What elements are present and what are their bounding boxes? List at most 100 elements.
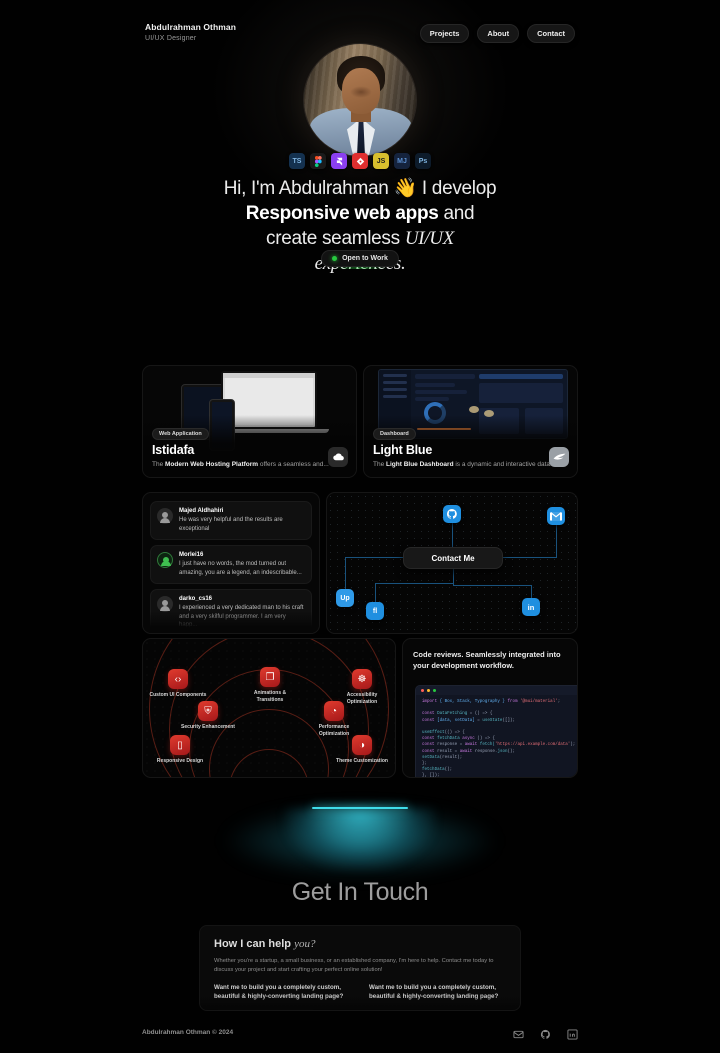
service-item[interactable]: ◔ Performance Optimization	[305, 701, 363, 738]
footer-social-icons	[513, 1027, 578, 1040]
desc-pre: The	[152, 461, 166, 468]
testimonial-text: I just have no words, the mod turned out…	[179, 561, 302, 576]
contact-map-card: Contact Me Up fl in	[326, 492, 578, 634]
accessibility-icon: ☸	[352, 669, 372, 689]
wire-center-down	[453, 569, 454, 585]
code-review-card: Code reviews. Seamlessly integrated into…	[402, 638, 578, 778]
desc-post: is a dynamic and interactive data...	[453, 461, 556, 468]
service-item[interactable]: ▯ Responsive Design	[151, 735, 209, 765]
nav-item-about[interactable]: About	[477, 24, 520, 43]
nav-item-projects[interactable]: Projects	[419, 24, 470, 43]
footer-copyright: Abdulrahman Othman © 2024	[142, 1028, 234, 1036]
code-brackets-icon: ‹›	[168, 669, 188, 689]
shield-icon: ⛨	[198, 701, 218, 721]
testimonial-author: darko_cs16	[179, 596, 213, 602]
avatar-icon	[157, 508, 173, 524]
services-card: ‹› Custom UI Components ❐ Animations & Tran…	[142, 638, 396, 778]
wire-gmail-v	[556, 525, 557, 558]
code-window: import { Box, Stack, Typography } from '…	[415, 685, 577, 778]
testimonial-item: Majed Aldhahiri He was very helpful and t…	[150, 501, 312, 540]
linkedin-icon[interactable]	[567, 1027, 578, 1040]
service-label: Security Enhancement	[181, 724, 235, 730]
help-heading-main: How I can help	[214, 938, 295, 950]
typescript-icon: TS	[289, 153, 305, 169]
tech-stack-icons: TS JS MJ Ps	[0, 153, 720, 169]
mui-icon: MJ	[394, 153, 410, 169]
service-item[interactable]: ◑ Theme Customization	[333, 735, 391, 765]
testimonial-author: Majed Aldhahiri	[179, 508, 224, 514]
hero-italic-uiux: UI/UX	[404, 228, 454, 249]
project-description: The Modern Web Hosting Platform offers a…	[152, 460, 347, 469]
project-description: The Light Blue Dashboard is a dynamic an…	[373, 460, 568, 469]
wire-upwork-h	[345, 557, 403, 558]
upwork-icon[interactable]: Up	[336, 589, 354, 607]
linkedin-icon[interactable]: in	[522, 598, 540, 616]
service-label: Custom UI Components	[149, 692, 207, 698]
wire-linkedin-h	[453, 585, 531, 586]
open-to-work-badge[interactable]: Open to Work	[321, 250, 399, 269]
spotlight-beam	[312, 807, 408, 809]
github-icon[interactable]	[443, 505, 461, 523]
palette-icon: ◑	[352, 735, 372, 755]
light-blue-logo	[549, 447, 569, 467]
mobile-icon: ▯	[170, 735, 190, 755]
maximize-dot-icon	[433, 689, 436, 692]
service-item[interactable]: ⛨ Security Enhancement	[179, 701, 237, 731]
site-header: Abdulrahman Othman UI/UX Designer Projec…	[145, 22, 575, 54]
help-heading: How I can help you?	[214, 938, 506, 950]
hero-line-1a: Hi, I'm Abdulrahman	[223, 178, 394, 199]
code-card-title: Code reviews. Seamlessly integrated into…	[413, 650, 561, 670]
code-window-titlebar	[416, 686, 577, 695]
brand-role: UI/UX Designer	[145, 35, 197, 42]
project-tag: Dashboard	[373, 428, 416, 440]
project-card-istidafa[interactable]: Web Application Istidafa The Modern Web …	[142, 365, 357, 478]
freelancer-icon[interactable]: fl	[366, 602, 384, 620]
projects-section: Web Application Istidafa The Modern Web …	[142, 365, 578, 478]
service-item[interactable]: ❐ Animations & Transitions	[241, 667, 299, 704]
project-tag: Web Application	[152, 428, 209, 440]
desc-post: offers a seamless and...	[258, 461, 329, 468]
how-i-can-help-panel: How I can help you? Whether you're a sta…	[199, 925, 521, 1011]
testimonial-author: Morlei16	[179, 552, 204, 558]
contact-me-label: Contact Me	[431, 553, 475, 563]
istidafa-cloud-logo	[328, 447, 348, 467]
mail-icon[interactable]	[513, 1027, 524, 1038]
help-fade	[200, 996, 520, 1010]
contact-me-node[interactable]: Contact Me	[403, 547, 503, 569]
photoshop-icon: Ps	[415, 153, 431, 169]
brand-name: Abdulrahman Othman	[145, 22, 237, 32]
status-dot-icon	[332, 256, 338, 261]
code-line: }, []);	[422, 774, 440, 778]
webflow-icon	[352, 153, 368, 169]
service-item[interactable]: ‹› Custom UI Components	[149, 669, 207, 699]
wave-emoji: 👋	[393, 178, 418, 199]
speedometer-icon: ◔	[324, 701, 344, 721]
close-dot-icon	[421, 689, 424, 692]
hero-line-1b: I develop	[416, 178, 497, 199]
javascript-icon: JS	[373, 153, 389, 169]
spotlight-cone	[285, 809, 435, 869]
avatar-icon	[157, 596, 173, 612]
testimonial-text: He was very helpful and the results are …	[179, 517, 283, 532]
service-label: Animations & Transitions	[253, 690, 287, 703]
layers-icon: ❐	[260, 667, 280, 687]
project-card-light-blue[interactable]: Dashboard Light Blue The Light Blue Dash…	[363, 365, 578, 478]
hero-after-bold: and	[438, 203, 475, 224]
project-title: Istidafa	[152, 443, 195, 457]
site-footer: Abdulrahman Othman © 2024	[142, 1020, 578, 1044]
code-line: import { Box, Stack, Typography } from '…	[422, 700, 561, 704]
framer-icon	[331, 153, 347, 169]
main-nav: Projects About Contact	[419, 24, 575, 43]
code-line: const response = await fetch('https://ap…	[422, 743, 576, 748]
wire-github	[452, 523, 453, 549]
testimonial-item: Morlei16 I just have no words, the mod tu…	[150, 545, 312, 584]
gmail-icon[interactable]	[547, 507, 565, 525]
portfolio-page: TS JS MJ Ps Hi, I'm Abdulrahman 👋 I develop…	[0, 0, 720, 1053]
github-icon[interactable]	[540, 1027, 551, 1039]
testimonials-fade	[143, 611, 319, 633]
middle-row: Majed Aldhahiri He was very helpful and t…	[142, 492, 578, 634]
nav-item-contact[interactable]: Contact	[527, 24, 575, 43]
brand[interactable]: Abdulrahman Othman UI/UX Designer	[145, 22, 236, 42]
avatar-icon	[157, 552, 173, 568]
wire-freelancer-h	[375, 583, 453, 584]
